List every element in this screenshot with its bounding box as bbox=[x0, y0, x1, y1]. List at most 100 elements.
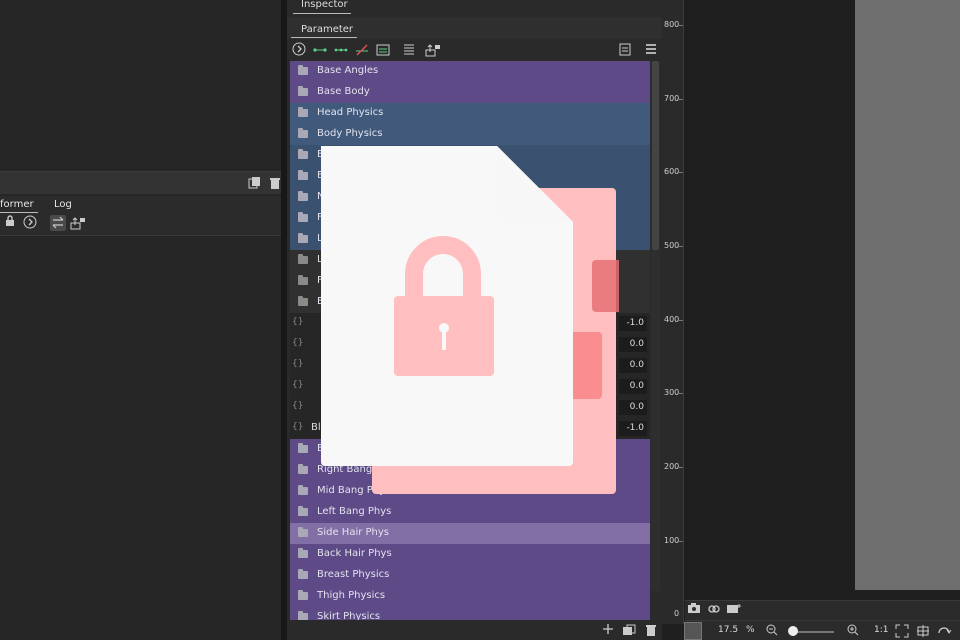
key-dots-icon[interactable] bbox=[333, 42, 349, 58]
group-label: Thigh Physics bbox=[317, 590, 386, 601]
list-icon[interactable] bbox=[401, 42, 417, 58]
brace-icon: {} bbox=[292, 317, 304, 327]
camera-icon[interactable] bbox=[686, 602, 702, 618]
swap-icon[interactable] bbox=[50, 215, 66, 231]
ruler-tick bbox=[677, 25, 683, 26]
inspector-title[interactable]: Inspector bbox=[301, 0, 348, 10]
trash-icon[interactable] bbox=[268, 176, 282, 190]
fit-screen-icon[interactable] bbox=[894, 624, 910, 640]
zoom-slider-handle[interactable] bbox=[788, 626, 798, 636]
tab-log[interactable]: Log bbox=[54, 199, 72, 210]
canvas-area[interactable] bbox=[855, 0, 960, 590]
parameter-value[interactable]: 0.0 bbox=[619, 379, 647, 394]
list-item[interactable]: Skirt Physics bbox=[290, 607, 650, 621]
folder-add-icon[interactable] bbox=[621, 623, 637, 639]
background-swatch[interactable] bbox=[684, 622, 702, 640]
brace-icon: {} bbox=[292, 338, 304, 348]
ruler-tick bbox=[677, 541, 683, 542]
list-item-selected[interactable]: Side Hair Phys bbox=[290, 523, 650, 544]
folder-icon bbox=[298, 296, 308, 306]
plus-icon[interactable] bbox=[600, 623, 616, 639]
folder-icon bbox=[298, 443, 308, 453]
parameter-value[interactable]: -1.0 bbox=[619, 316, 647, 331]
brace-icon: {} bbox=[292, 359, 304, 369]
parameter-value[interactable]: 0.0 bbox=[619, 337, 647, 352]
folder-icon bbox=[298, 548, 308, 558]
copy-icon[interactable] bbox=[248, 176, 262, 190]
tab-underline bbox=[0, 212, 38, 213]
chevron-right-circle-icon[interactable] bbox=[291, 42, 307, 58]
folder-icon bbox=[298, 212, 308, 222]
zoom-out-icon[interactable] bbox=[764, 624, 780, 640]
chevron-right-circle-icon[interactable] bbox=[22, 215, 38, 231]
ruler-tick bbox=[677, 467, 683, 468]
tab-underline bbox=[291, 37, 357, 38]
list-item[interactable]: Breast Physics bbox=[290, 565, 650, 586]
export-lock-icon[interactable] bbox=[70, 215, 86, 231]
list-item[interactable]: Base Body bbox=[290, 82, 650, 103]
left-panel-toolbar bbox=[0, 171, 281, 194]
group-label: Base Body bbox=[317, 86, 370, 97]
folder-icon bbox=[298, 233, 308, 243]
tab-deformer[interactable]: former bbox=[0, 199, 34, 210]
zoom-in-icon[interactable] bbox=[845, 624, 861, 640]
locked-file-icon bbox=[321, 146, 640, 494]
folder-icon bbox=[298, 86, 308, 96]
brace-icon: {} bbox=[292, 422, 304, 432]
parameter-value[interactable]: -1.0 bbox=[619, 421, 647, 436]
left-upper-panel bbox=[0, 0, 281, 170]
list-item[interactable]: Left Bang Phys bbox=[290, 502, 650, 523]
locked-file-illustration bbox=[319, 146, 640, 496]
ruler-tick bbox=[677, 320, 683, 321]
camera-add-icon[interactable] bbox=[726, 602, 742, 618]
list-item[interactable]: Back Hair Phys bbox=[290, 544, 650, 565]
menu-icon[interactable] bbox=[643, 42, 659, 58]
list-scrollbar[interactable] bbox=[651, 61, 660, 591]
folder-icon bbox=[298, 65, 308, 75]
parameter-value[interactable]: 0.0 bbox=[619, 400, 647, 415]
ruler-tick bbox=[677, 172, 683, 173]
clipboard-icon[interactable] bbox=[617, 42, 633, 58]
tab-underline bbox=[293, 13, 351, 14]
brace-icon: {} bbox=[292, 401, 304, 411]
folder-icon bbox=[298, 569, 308, 579]
folder-icon bbox=[298, 254, 308, 264]
folder-icon bbox=[298, 527, 308, 537]
group-label: Back Hair Phys bbox=[317, 548, 392, 559]
list-item[interactable]: Thigh Physics bbox=[290, 586, 650, 607]
folder-icon bbox=[298, 275, 308, 285]
tab-parameter[interactable]: Parameter bbox=[301, 24, 353, 35]
parameter-value[interactable]: 0.0 bbox=[619, 358, 647, 373]
list-item[interactable]: Body Physics bbox=[290, 124, 650, 145]
list-item[interactable]: Base Angles bbox=[290, 61, 650, 82]
parameter-panel-icon[interactable] bbox=[375, 42, 391, 58]
key-line-icon[interactable] bbox=[312, 42, 328, 58]
group-label: Base Angles bbox=[317, 65, 379, 76]
group-label: Head Physics bbox=[317, 107, 384, 118]
zoom-unit: % bbox=[746, 625, 755, 635]
actual-size-button[interactable]: 1:1 bbox=[874, 625, 888, 635]
lock-icon[interactable] bbox=[2, 215, 18, 231]
ruler-tick bbox=[677, 246, 683, 247]
vertical-ruler: 800 700 600 500 400 300 200 100 0 bbox=[662, 0, 684, 624]
zoom-value[interactable]: 17.5 bbox=[718, 625, 738, 635]
crosshair-icon[interactable] bbox=[915, 624, 931, 640]
folder-icon bbox=[298, 191, 308, 201]
folder-icon bbox=[298, 506, 308, 516]
link-icon[interactable] bbox=[706, 602, 722, 618]
trash-icon[interactable] bbox=[643, 623, 659, 639]
rotate-icon[interactable] bbox=[936, 624, 952, 640]
remove-key-icon[interactable] bbox=[354, 42, 370, 58]
left-lower-panel bbox=[0, 237, 281, 640]
zoom-slider-track[interactable] bbox=[792, 631, 834, 633]
export-lock-icon[interactable] bbox=[425, 42, 441, 58]
brace-icon: {} bbox=[292, 380, 304, 390]
folder-icon bbox=[298, 464, 308, 474]
list-item[interactable]: Head Physics bbox=[290, 103, 650, 124]
folder-icon bbox=[298, 149, 308, 159]
folder-icon bbox=[298, 590, 308, 600]
folder-icon bbox=[298, 107, 308, 117]
ruler-tick bbox=[677, 99, 683, 100]
ruler-tick bbox=[677, 393, 683, 394]
scrollbar-thumb[interactable] bbox=[652, 61, 659, 250]
